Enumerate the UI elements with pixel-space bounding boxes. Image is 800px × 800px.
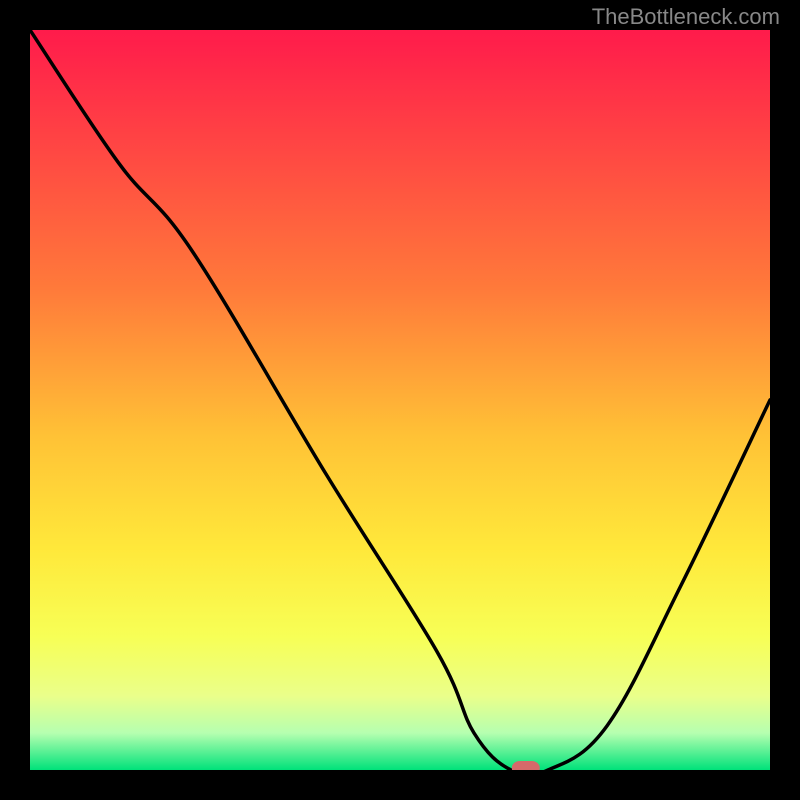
sweet-spot-marker <box>512 761 540 770</box>
gradient-background <box>30 30 770 770</box>
chart-plot-area <box>30 30 770 770</box>
bottleneck-chart <box>30 30 770 770</box>
watermark-text: TheBottleneck.com <box>592 4 780 30</box>
